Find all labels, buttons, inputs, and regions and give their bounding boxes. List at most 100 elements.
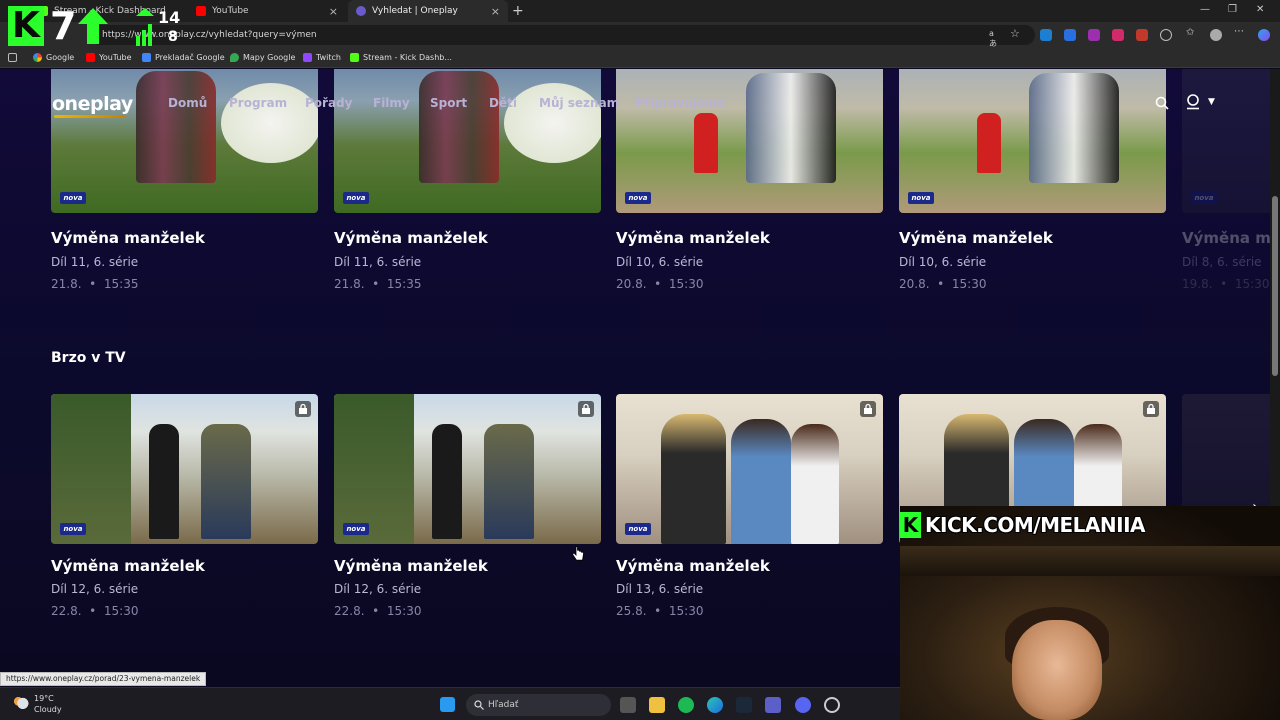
minimize-icon[interactable]: — xyxy=(1200,4,1210,15)
windows-start-icon[interactable] xyxy=(440,697,455,712)
show-title: Výměna manželek xyxy=(899,229,1053,247)
bookmark-kick[interactable]: Stream - Kick Dashb... xyxy=(350,53,452,62)
nova-badge: nova xyxy=(60,523,86,535)
show-title: Výměna manželek xyxy=(334,229,488,247)
nav-item-sport[interactable]: Sport xyxy=(430,96,467,110)
face xyxy=(1012,620,1102,720)
teams-icon[interactable] xyxy=(765,697,781,713)
episode-info: Díl 11, 6. série xyxy=(51,255,139,269)
tab-label: YouTube xyxy=(212,6,249,16)
nav-item-domu[interactable]: Domů xyxy=(168,96,207,110)
tab-label: Vyhledat | Oneplay xyxy=(372,6,458,16)
search-icon[interactable] xyxy=(1155,96,1169,110)
tab-youtube[interactable]: YouTube × xyxy=(188,0,346,22)
spotify-icon[interactable] xyxy=(678,697,694,713)
search-icon xyxy=(474,700,484,710)
copilot-icon[interactable] xyxy=(1258,29,1270,41)
task-view-icon[interactable] xyxy=(620,697,636,713)
show-thumbnail: nova xyxy=(51,394,318,544)
bookmark-label: Mapy Google xyxy=(243,53,296,62)
extension-icon[interactable] xyxy=(1040,29,1052,41)
nova-badge: nova xyxy=(908,192,934,204)
air-date: 21.8. • 15:35 xyxy=(334,277,422,291)
weather-widget[interactable]: 19°C Cloudy xyxy=(12,693,62,715)
url-field[interactable]: https://www.oneplay.cz/vyhledat?query=vý… xyxy=(90,25,1035,45)
nova-badge: nova xyxy=(60,192,86,204)
air-date: 19.8. • 15:30 xyxy=(1182,277,1270,291)
discord-icon[interactable] xyxy=(795,697,811,713)
maximize-icon[interactable]: ❐ xyxy=(1228,4,1237,15)
cabinet-shadow xyxy=(900,546,1280,576)
nav-item-program[interactable]: Program xyxy=(229,96,287,110)
youtube-icon xyxy=(86,53,95,62)
close-window-icon[interactable]: ✕ xyxy=(1256,4,1264,15)
oneplay-icon xyxy=(356,6,366,16)
chevron-down-icon[interactable]: ▼ xyxy=(1208,97,1215,107)
google-icon xyxy=(33,53,42,62)
taskbar-search[interactable]: Hľadať xyxy=(466,694,611,716)
url-text: https://www.oneplay.cz/vyhledat?query=vý… xyxy=(102,30,317,40)
close-icon[interactable]: × xyxy=(329,5,338,18)
close-icon[interactable]: × xyxy=(491,5,500,18)
bookmark-youtube[interactable]: YouTube xyxy=(86,53,132,62)
episode-info: Díl 12, 6. série xyxy=(334,582,422,596)
scrollbar-thumb[interactable] xyxy=(1272,196,1278,376)
app-icon[interactable] xyxy=(824,697,840,713)
nav-item-pripravujeme[interactable]: Připravujeme xyxy=(635,96,726,110)
bookmark-maps[interactable]: Mapy Google xyxy=(230,53,295,62)
air-date: 20.8. • 15:30 xyxy=(616,277,704,291)
extension-icon[interactable] xyxy=(1112,29,1124,41)
extension-icon[interactable] xyxy=(1088,29,1100,41)
lock-icon xyxy=(578,401,594,417)
episode-info: Díl 8, 6. série xyxy=(1182,255,1262,269)
nav-item-porady[interactable]: Pořady xyxy=(305,96,352,110)
favorites-icon[interactable]: ✩ xyxy=(1186,27,1198,39)
search-placeholder: Hľadať xyxy=(488,700,519,710)
user-icon[interactable] xyxy=(1185,94,1201,110)
kick-channel-banner: K KICK.COM/MELANIIA xyxy=(900,510,1146,540)
nova-badge: nova xyxy=(343,523,369,535)
person-figure xyxy=(731,419,791,544)
show-title: Výměna manželek xyxy=(616,557,770,575)
person-figure xyxy=(432,424,462,539)
nova-badge: nova xyxy=(1191,192,1217,204)
main-nav: oneplay Domů Program Pořady Filmy Sport … xyxy=(0,69,1270,135)
nav-item-deti[interactable]: Děti xyxy=(489,96,517,110)
star-icon[interactable]: ☆ xyxy=(1010,27,1022,40)
kick-icon xyxy=(350,53,359,62)
steam-icon[interactable] xyxy=(736,697,752,713)
twitch-icon xyxy=(303,53,312,62)
extension-icon[interactable] xyxy=(1064,29,1076,41)
show-thumbnail: nova xyxy=(334,394,601,544)
bookmark-translate[interactable]: Prekladač Google xyxy=(142,53,225,62)
episode-info: Díl 10, 6. série xyxy=(899,255,987,269)
status-link-preview: https://www.oneplay.cz/porad/23-vymena-m… xyxy=(0,672,207,686)
episode-info: Díl 12, 6. série xyxy=(51,582,139,596)
profile-icon[interactable] xyxy=(1210,29,1222,41)
show-title: Výměna manželek xyxy=(51,229,205,247)
oneplay-logo[interactable]: oneplay xyxy=(52,93,133,115)
arrow-up-icon xyxy=(78,8,108,44)
kick-logo: K xyxy=(8,6,44,46)
read-aloud-icon[interactable]: aあ xyxy=(989,29,1001,48)
bookmark-twitch[interactable]: Twitch xyxy=(303,53,341,62)
channel-url: KICK.COM/MELANIIA xyxy=(925,513,1146,537)
new-tab-button[interactable]: + xyxy=(512,3,524,19)
file-explorer-icon[interactable] xyxy=(649,697,665,713)
edge-icon[interactable] xyxy=(707,697,723,713)
translate-icon xyxy=(142,53,151,62)
overlay-count-top: 14 xyxy=(158,8,181,27)
signal-bars-icon xyxy=(136,8,154,46)
episode-info: Díl 13, 6. série xyxy=(616,582,704,596)
extension-icon[interactable] xyxy=(1136,29,1148,41)
more-icon[interactable]: ⋯ xyxy=(1234,26,1246,38)
nova-badge: nova xyxy=(625,523,651,535)
bookmarks-menu-icon[interactable] xyxy=(8,53,21,62)
nav-item-filmy[interactable]: Filmy xyxy=(373,96,410,110)
air-date: 22.8. • 15:30 xyxy=(334,604,422,618)
refresh-icon[interactable] xyxy=(1160,29,1172,41)
tab-oneplay[interactable]: Vyhledat | Oneplay × xyxy=(348,0,508,22)
nav-item-muj-seznam[interactable]: Můj seznam xyxy=(539,96,619,110)
overlay-counter: 7 xyxy=(50,4,77,48)
bookmark-google[interactable]: Google xyxy=(33,53,74,62)
